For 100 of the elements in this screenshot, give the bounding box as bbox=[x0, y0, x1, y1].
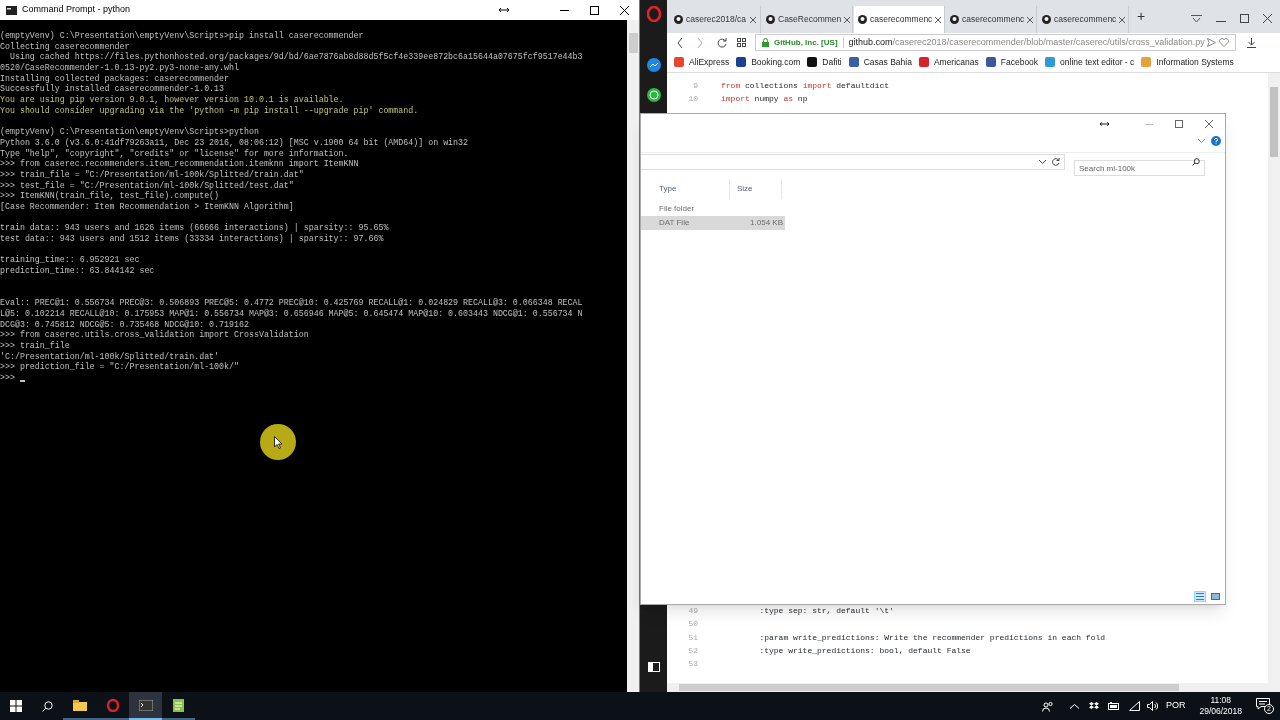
whatsapp-icon[interactable] bbox=[646, 88, 661, 102]
terminal-line: (emptyVenv) C:\Presentation\emptyVenv\Scripts>python bbox=[0, 127, 259, 138]
minimize-icon[interactable] bbox=[559, 9, 569, 11]
terminal-line: Using cached https://files.pythonhosted.org/packages/9d/bd/6ae7876ab8d88d5f5cf4e339ee872bc6a15644a07675fcf9517e44b3 bbox=[8, 52, 583, 63]
column-header[interactable]: Size bbox=[730, 179, 782, 199]
search-icon[interactable] bbox=[42, 700, 53, 712]
heart-icon[interactable] bbox=[1219, 38, 1229, 47]
line-number: 50 bbox=[687, 618, 698, 631]
search-icon bbox=[1192, 157, 1200, 166]
download-icon[interactable] bbox=[1247, 37, 1256, 48]
terminal-line: L@5: 0.102214 RECALL@10: 0.175953 MAP@1: 0.556734 MAP@3: 0.656946 MAP@5: 0.645474 MAP@10: 0.603443 NDCG@1: 0.556734 N bbox=[0, 308, 583, 320]
maximize-icon[interactable] bbox=[1240, 14, 1249, 23]
bookmark-link[interactable]: Americanas bbox=[918, 55, 979, 69]
people-icon[interactable] bbox=[1041, 700, 1054, 712]
terminal-line: >>> bbox=[0, 373, 15, 384]
terminal-line: train data:: 943 users and 1626 items (66666 interactions) | sparsity:: 95.65% bbox=[0, 223, 389, 234]
clock-date[interactable]: 29/06/2018 bbox=[1199, 706, 1242, 717]
url-text: github.com/caserec2018/caserecommender/blob/master/caserec/utils/cross_validation.py bbox=[848, 35, 1205, 49]
terminal-line: >>> train_file = "C:/Presentation/ml-100k/Splitted/train.dat" bbox=[0, 169, 304, 181]
terminal-icon[interactable] bbox=[129, 692, 162, 720]
terminal-line: [Case Recommender: Item Recommendation > ItemKNN Algorithm] bbox=[0, 202, 294, 213]
line-number: 53 bbox=[687, 658, 698, 671]
window-title: Command Prompt - python bbox=[22, 3, 131, 17]
send-icon[interactable] bbox=[1207, 38, 1216, 47]
github-icon bbox=[766, 15, 775, 24]
bookmark-link[interactable]: AliExpress bbox=[674, 55, 730, 69]
dropbox-icon[interactable] bbox=[1088, 701, 1099, 711]
code-line: import numpy as np bbox=[721, 93, 808, 106]
terminal-line: You are using pip version 9.0.1, however version 10.0.1 is available. bbox=[0, 95, 344, 106]
terminal-line: >>> from caserec.utils.cross_validation import CrossValidation bbox=[0, 330, 309, 341]
battery-icon[interactable] bbox=[1107, 702, 1120, 710]
terminal-line: 0520/CaseRecommender-1.0.13-py2.py3-none-any.whl bbox=[0, 63, 239, 74]
windows-start-icon[interactable] bbox=[10, 700, 22, 712]
terminal-line: >>> ItemKNN(train_file, test_file).compute() bbox=[0, 191, 220, 202]
security-label: GitHub, Inc. [US] bbox=[774, 36, 838, 49]
code-line: from collections import defaultdict bbox=[721, 79, 890, 92]
code-line: :type sep: str, default '\t' bbox=[758, 604, 894, 617]
close-icon[interactable] bbox=[1263, 14, 1272, 23]
maximize-icon[interactable] bbox=[589, 5, 599, 15]
terminal-line: You should consider upgrading via the 'python -m pip install --upgrade pip' command. bbox=[0, 105, 419, 117]
details-view-button[interactable] bbox=[1194, 591, 1206, 602]
code-line: :param write_predictions: Write the recommender predictions in each fold bbox=[758, 631, 1106, 644]
terminal-line: test data:: 943 users and 1512 items (33334 interactions) | sparsity:: 97.66% bbox=[0, 234, 384, 245]
help-icon[interactable] bbox=[1211, 136, 1221, 146]
resize-icon bbox=[499, 7, 509, 13]
code-line: :type write_predictions: bool, default False bbox=[758, 644, 971, 657]
search-field[interactable]: Search ml-100k bbox=[1074, 160, 1205, 176]
terminal-line: Eval:: PREC@1: 0.556734 PREC@3: 0.506893 PREC@5: 0.4772 PREC@10: 0.425769 RECALL@1: 0.024829 RECALL@3: 0.066348 RECAL bbox=[0, 298, 583, 309]
bookmark-link[interactable]: Information Systems bbox=[1141, 55, 1234, 69]
terminal-line: training_time:: 6.952921 sec bbox=[0, 255, 140, 266]
column-header[interactable]: Type bbox=[652, 179, 730, 199]
vertical-scrollbar[interactable] bbox=[1268, 73, 1280, 692]
scrollbar[interactable] bbox=[627, 20, 639, 692]
bookmark-link[interactable]: online text editor - c bbox=[1045, 55, 1135, 69]
browser-tab[interactable]: caserecommenc bbox=[854, 6, 945, 33]
line-number: 10 bbox=[687, 93, 698, 106]
github-icon bbox=[950, 15, 959, 24]
line-number: 49 bbox=[687, 604, 698, 617]
wifi-icon[interactable] bbox=[1128, 701, 1140, 711]
terminal-line: >>> prediction_file = "C:/Presentation/ml-100k/" bbox=[0, 362, 239, 373]
terminal-line: prediction_time:: 63.844142 sec bbox=[0, 266, 155, 277]
address-bar[interactable]: GitHub, Inc. [US] github.com/caserec2018/caserecommender/blob/master/caserec/utils/cross_validation.py bbox=[755, 34, 1236, 51]
terminal-line: Installing collected packages: caserecommender bbox=[0, 73, 230, 84]
volume-icon[interactable] bbox=[1146, 701, 1158, 711]
opera-logo-icon[interactable] bbox=[646, 6, 661, 22]
sidebar-toggle-icon[interactable] bbox=[647, 662, 660, 672]
back-icon[interactable] bbox=[677, 37, 683, 48]
terminal-line: DCG@3: 0.745812 NDCG@5: 0.735468 NDCG@10: 0.719162 bbox=[0, 319, 249, 330]
large-icons-view-button[interactable] bbox=[1209, 591, 1221, 602]
close-icon[interactable] bbox=[935, 16, 942, 23]
terminal-icon bbox=[6, 5, 17, 15]
chevron-down-icon[interactable] bbox=[1039, 159, 1046, 164]
clock-time[interactable]: 11:08 bbox=[1210, 695, 1232, 706]
close-icon[interactable] bbox=[619, 5, 629, 15]
github-icon bbox=[674, 15, 683, 24]
terminal-line: Type "help", "copyright", "credits" or "license" for more information. bbox=[0, 148, 349, 159]
horizontal-scrollbar[interactable] bbox=[667, 683, 1268, 692]
messenger-icon[interactable] bbox=[646, 58, 661, 72]
line-number: 52 bbox=[687, 644, 698, 657]
new-tab-button[interactable]: + bbox=[1137, 6, 1146, 27]
terminal-line: Successfully installed caserecommender-1.0.13 bbox=[0, 84, 225, 95]
github-icon bbox=[858, 15, 867, 24]
bookmark-link[interactable]: Facebook bbox=[985, 55, 1039, 69]
lock-icon bbox=[762, 38, 769, 47]
refresh-icon[interactable] bbox=[1052, 157, 1060, 166]
reload-icon[interactable] bbox=[717, 37, 727, 48]
line-number: 51 bbox=[687, 631, 698, 644]
grid-icon[interactable] bbox=[737, 38, 746, 47]
bookmark-link[interactable]: Casas Bahia bbox=[848, 55, 912, 69]
terminal-line: >>> from caserec.recommenders.item_recommendation.itemknn import ItemKNN bbox=[0, 159, 359, 170]
github-icon bbox=[1042, 15, 1051, 24]
chevron-up-icon[interactable] bbox=[1069, 703, 1079, 709]
tab-menu-icon[interactable] bbox=[1191, 14, 1202, 23]
terminal-line: Collecting caserecommender bbox=[0, 41, 130, 52]
language-indicator[interactable]: POR bbox=[1165, 699, 1186, 713]
file-row[interactable]: DAT File 1.054 KB bbox=[641, 216, 785, 230]
line-number: 9 bbox=[692, 79, 698, 92]
address-field[interactable] bbox=[641, 153, 1065, 170]
bookmark-link[interactable]: Dafiti bbox=[807, 55, 842, 69]
bookmark-link[interactable]: Booking.com bbox=[736, 55, 801, 69]
